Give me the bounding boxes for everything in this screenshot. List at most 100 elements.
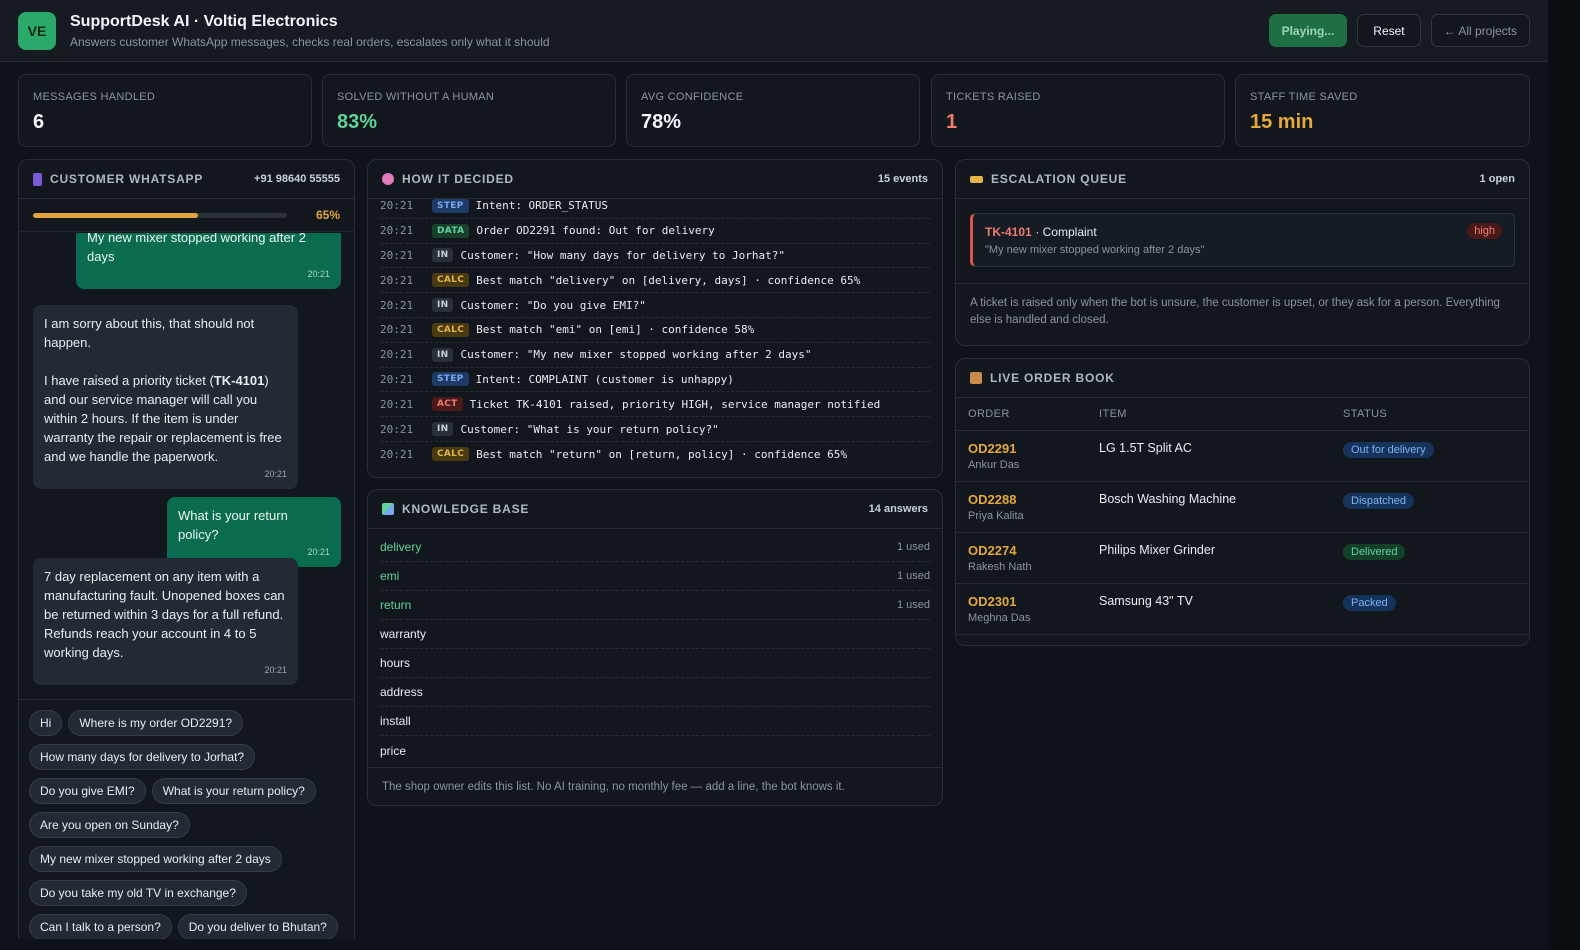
- kb-row[interactable]: address: [380, 678, 930, 707]
- stat-label: STAFF TIME SAVED: [1250, 91, 1358, 103]
- table-row[interactable]: OD2288 Priya Kalita Bosch Washing Machine…: [956, 482, 1529, 533]
- message-text: I have raised a priority ticket (TK-4101…: [44, 373, 282, 464]
- quick-reply-chip[interactable]: Do you take my old TV in exchange?: [29, 880, 247, 906]
- panel-header: CUSTOMER WHATSAPP +91 98640 55555: [19, 160, 354, 199]
- page-scrollbar[interactable]: [1548, 0, 1580, 950]
- log-time: 20:21: [380, 348, 414, 362]
- log-row: 20:21 STEP Intent: COMPLAINT (customer is …: [380, 368, 930, 393]
- order-id: OD2288: [968, 492, 1017, 507]
- log-row: 20:21 STEP Intent: ORDER_STATUS: [380, 194, 930, 219]
- ticket-card[interactable]: TK-4101 · Complaint "My new mixer stoppe…: [970, 213, 1515, 267]
- brain-icon: [382, 173, 394, 185]
- status-badge: Dispatched: [1343, 493, 1415, 509]
- escalation-queue-panel: ESCALATION QUEUE 1 open TK-4101 · Compla…: [955, 159, 1530, 346]
- customer-phone: +91 98640 55555: [254, 173, 340, 185]
- stat-solved-without-human: SOLVED WITHOUT A HUMAN 83%: [322, 74, 616, 147]
- chat-messages[interactable]: My new mixer stopped working after 2 day…: [19, 233, 354, 699]
- status-badge: Delivered: [1343, 544, 1406, 560]
- escalation-note: A ticket is raised only when the bot is …: [956, 283, 1529, 340]
- order-table-header: ORDER ITEM STATUS: [956, 398, 1529, 431]
- tag-step: STEP: [432, 372, 469, 387]
- event-log[interactable]: 20:21 STEP Intent: ORDER_STATUS 20:21 DATA O…: [368, 194, 942, 467]
- kb-key: emi: [380, 569, 400, 583]
- log-row: 20:21 CALC Best match "emi" on [emi] · con…: [380, 318, 930, 343]
- log-row: 20:21 CALC Best match "return" on [return,…: [380, 442, 930, 467]
- quick-reply-chip[interactable]: Do you deliver to Bhutan?: [177, 914, 338, 939]
- answer-count: 14 answers: [868, 503, 928, 515]
- log-row: 20:21 DATA Order OD2291 found: Out for del…: [380, 219, 930, 244]
- conversation-progress: 65%: [19, 199, 354, 232]
- log-time: 20:21: [380, 323, 414, 337]
- order-item: Philips Mixer Grinder: [1099, 543, 1216, 557]
- quick-reply-chip[interactable]: My new mixer stopped working after 2 day…: [29, 846, 282, 872]
- order-table-body[interactable]: OD2291 Ankur Das LG 1.5T Split AC Out for…: [956, 431, 1529, 635]
- tag-data: DATA: [432, 223, 470, 238]
- kb-key: warranty: [380, 627, 427, 641]
- kb-used: 1 used: [896, 599, 930, 611]
- log-row: 20:21 IN Customer: "Do you give EMI?": [380, 293, 930, 318]
- message-outgoing: My new mixer stopped working after 2 day…: [76, 233, 341, 289]
- kb-row[interactable]: hours: [380, 649, 930, 678]
- message-time: 20:21: [307, 547, 330, 557]
- kb-row[interactable]: delivery 1 used: [380, 533, 930, 562]
- kb-row[interactable]: install: [380, 707, 930, 736]
- decision-log-panel: HOW IT DECIDED 15 events 20:21 STEP Intent…: [367, 159, 943, 478]
- stat-value: 6: [33, 111, 45, 133]
- log-time: 20:21: [380, 224, 414, 238]
- kb-row[interactable]: warranty: [380, 620, 930, 649]
- message-time: 20:21: [264, 665, 287, 675]
- playing-button[interactable]: Playing...: [1268, 14, 1348, 47]
- progress-percent: 65%: [315, 208, 340, 222]
- progress-track: [33, 212, 287, 218]
- log-time: 20:21: [380, 372, 414, 386]
- message-incoming: 7 day replacement on any item with a man…: [33, 558, 298, 685]
- panel-title: KNOWLEDGE BASE: [402, 502, 530, 516]
- stat-value: 78%: [641, 111, 682, 133]
- panel-title: LIVE ORDER BOOK: [990, 371, 1115, 385]
- kb-row[interactable]: emi 1 used: [380, 562, 930, 591]
- panel-title: ESCALATION QUEUE: [991, 172, 1127, 186]
- log-time: 20:21: [380, 298, 414, 312]
- ticket-id: TK-4101: [985, 225, 1032, 239]
- customer-name: Rakesh Nath: [968, 561, 1032, 573]
- table-row[interactable]: OD2274 Rakesh Nath Philips Mixer Grinder …: [956, 533, 1529, 584]
- kb-row[interactable]: return 1 used: [380, 591, 930, 620]
- stat-label: AVG CONFIDENCE: [641, 91, 744, 103]
- quick-reply-chip[interactable]: Do you give EMI?: [29, 778, 146, 804]
- log-time: 20:21: [380, 273, 414, 287]
- quick-reply-chip[interactable]: What is your return policy?: [151, 778, 316, 804]
- kb-used: 1 used: [896, 541, 930, 553]
- stat-tickets-raised: TICKETS RAISED 1: [931, 74, 1225, 147]
- tag-calc: CALC: [432, 273, 470, 288]
- stat-label: TICKETS RAISED: [946, 91, 1041, 103]
- message-text: 7 day replacement on any item with a man…: [44, 569, 285, 660]
- quick-reply-chip[interactable]: How many days for delivery to Jorhat?: [29, 744, 256, 770]
- log-row: 20:21 CALC Best match "delivery" on [deliv…: [380, 268, 930, 294]
- phone-icon: [33, 172, 42, 186]
- quick-reply-chip[interactable]: Are you open on Sunday?: [29, 812, 190, 838]
- tag-in: IN: [432, 422, 454, 437]
- knowledge-base-panel: KNOWLEDGE BASE 14 answers delivery 1 used…: [367, 489, 943, 806]
- all-projects-button[interactable]: ← All projects: [1430, 14, 1530, 47]
- kb-row[interactable]: price: [380, 736, 930, 765]
- quick-reply-chip[interactable]: Hi: [29, 710, 63, 736]
- app-header: VE SupportDesk AI · Voltiq Electronics A…: [0, 0, 1548, 62]
- table-row[interactable]: OD2301 Meghna Das Samsung 43" TV Packed: [956, 584, 1529, 635]
- log-row: 20:21 IN Customer: "My new mixer stopped w…: [380, 343, 930, 368]
- reset-button[interactable]: Reset: [1357, 14, 1421, 47]
- priority-badge: high: [1467, 223, 1502, 239]
- stat-value: 15 min: [1250, 111, 1314, 133]
- log-time: 20:21: [380, 447, 414, 461]
- kb-list[interactable]: delivery 1 used emi 1 used return 1 used wa…: [368, 533, 942, 765]
- message-text: I am sorry about this, that should not h…: [44, 316, 255, 350]
- column-header: ORDER: [968, 408, 1010, 420]
- books-icon: [382, 503, 394, 515]
- quick-reply-chip[interactable]: Can I talk to a person?: [29, 914, 172, 939]
- tag-in: IN: [432, 298, 454, 313]
- table-row[interactable]: OD2291 Ankur Das LG 1.5T Split AC Out for…: [956, 431, 1529, 482]
- status-badge: Out for delivery: [1343, 442, 1434, 458]
- log-text: Customer: "My new mixer stopped working …: [460, 348, 812, 362]
- quick-reply-chip[interactable]: Where is my order OD2291?: [68, 710, 244, 736]
- tag-step: STEP: [432, 198, 469, 213]
- log-text: Order OD2291 found: Out for delivery: [476, 224, 715, 238]
